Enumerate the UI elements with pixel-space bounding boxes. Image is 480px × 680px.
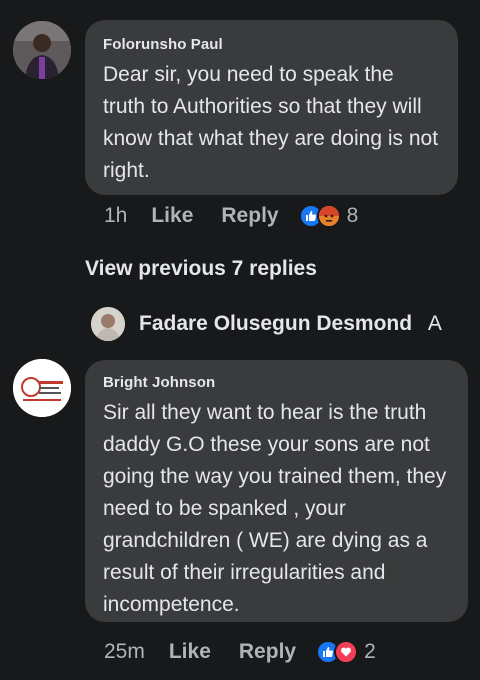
comment-bubble: Folorunsho Paul Dear sir, you need to sp… [85,20,458,195]
comment-author[interactable]: Bright Johnson [103,374,450,391]
comment-text: Sir all they want to hear is the truth d… [103,401,447,616]
like-button[interactable]: Like [169,640,211,664]
profile-photo [91,307,125,341]
comment-text: Dear sir, you need to speak the truth to… [103,63,439,182]
comment-bubble: Bright Johnson Sir all they want to hear… [85,360,468,622]
like-button[interactable]: Like [151,204,193,228]
avatar[interactable] [13,359,71,417]
reply-button[interactable]: Reply [221,204,278,228]
angry-reaction-icon [316,204,341,228]
reaction-summary[interactable]: 8 [298,204,359,228]
reaction-summary[interactable]: 2 [316,640,376,664]
reply-author[interactable]: Fadare Olusegun Desmond [139,312,412,335]
reply-button[interactable]: Reply [239,640,296,664]
reaction-count: 2 [364,640,376,663]
avatar[interactable] [13,21,71,79]
view-previous-replies-link[interactable]: View previous 7 replies [85,257,317,281]
profile-logo [13,359,71,417]
love-reaction-icon [334,640,359,664]
comment-time[interactable]: 1h [104,204,127,228]
comment-actions: 1h Like Reply 8 [104,204,358,228]
comment-actions: 25m Like Reply 2 [104,640,376,664]
collapsed-reply[interactable]: Fadare Olusegun Desmond A [139,312,455,336]
comment-author[interactable]: Folorunsho Paul [103,36,440,53]
comment-time[interactable]: 25m [104,640,145,664]
profile-photo [13,21,71,79]
reply-preview-glyph: A [427,312,442,335]
avatar[interactable] [91,307,125,341]
reaction-count: 8 [346,204,359,227]
